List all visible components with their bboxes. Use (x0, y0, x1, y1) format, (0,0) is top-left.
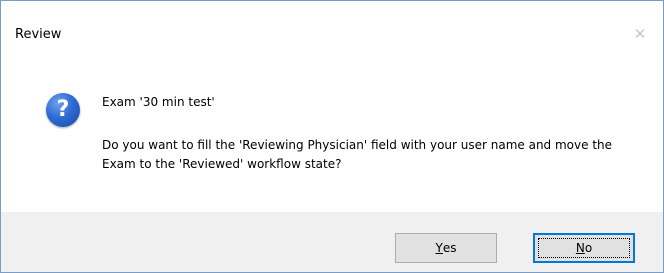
yes-button[interactable]: Yes (395, 233, 497, 263)
review-dialog: Review ✕ ? Exam '30 min test' Do you wan… (0, 0, 664, 273)
dialog-title: Review (15, 27, 62, 42)
yes-label-rest: es (442, 241, 457, 255)
close-icon[interactable]: ✕ (627, 21, 653, 47)
question-icon: ? (46, 93, 80, 127)
message-area: ? Exam '30 min test' Do you want to fill… (1, 53, 663, 212)
message-body: Do you want to fill the 'Reviewing Physi… (102, 138, 613, 171)
button-bar: Yes No (1, 212, 663, 272)
title-bar[interactable]: Review ✕ (1, 1, 663, 53)
yes-mnemonic: Y (435, 241, 443, 255)
no-button[interactable]: No (533, 233, 635, 263)
focus-rectangle (538, 238, 630, 258)
message-header: Exam '30 min test' (102, 95, 215, 109)
